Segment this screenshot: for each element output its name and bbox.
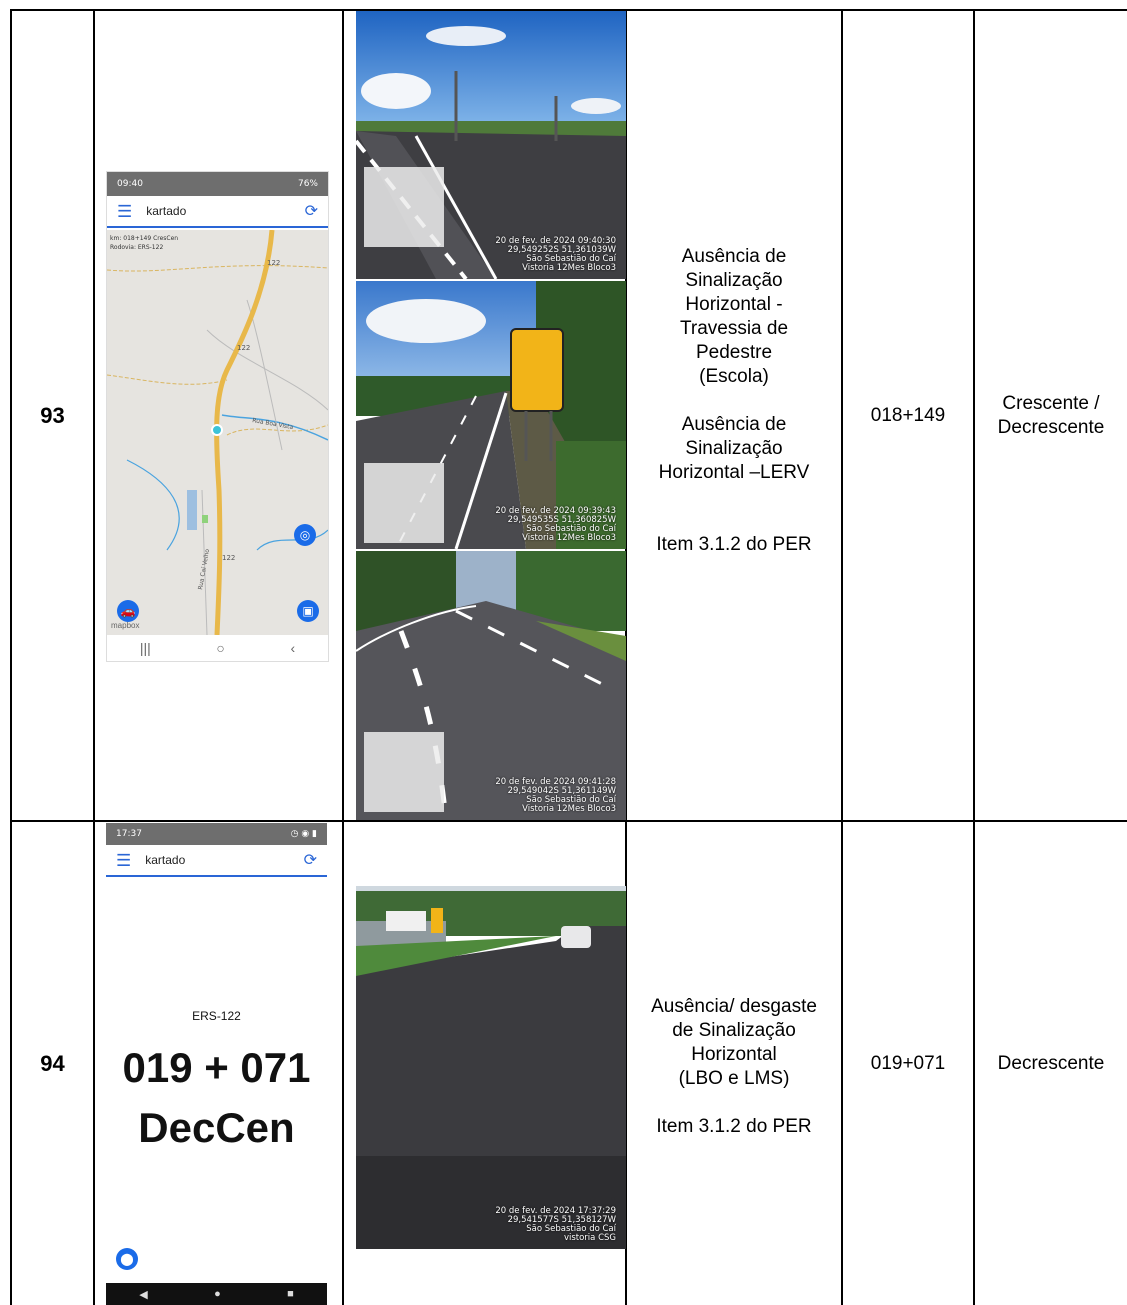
app-title: kartado: [145, 853, 186, 867]
direction-display: DecCen: [138, 1104, 295, 1151]
recents-icon[interactable]: ■: [287, 1288, 294, 1300]
km-value: 019+071: [870, 1052, 946, 1074]
phone-screenshot: 17:37 ◷ ◉ ▮ ☰ kartado ⟳ ERS-122 019 + 07…: [106, 823, 327, 1305]
sync-icon[interactable]: ⟳: [304, 850, 317, 870]
km-label: km: 018+149 CresCen: [110, 235, 179, 242]
phone-screenshot: 09:40 76% ☰ kartado ⟳ 122 122 122 Rua Bo…: [106, 171, 329, 662]
location-info: km: 018+149 CresCen Rodovia: ERS-122: [110, 234, 178, 252]
photo-stamp: 20 de fev. de 2024 09:40:30 29,549252S 5…: [495, 236, 616, 273]
map-label-road-1: 122: [267, 259, 280, 267]
sync-icon[interactable]: ⟳: [305, 201, 318, 221]
android-nav-bar: ◀ ● ■: [106, 1283, 327, 1305]
map-label-road-3: 122: [222, 554, 235, 562]
status-time: 17:37: [116, 829, 142, 839]
menu-icon[interactable]: ☰: [116, 852, 131, 869]
description: Ausência/ desgaste de Sinalização Horizo…: [651, 996, 817, 1137]
mini-map: [364, 167, 444, 247]
direction: Crescente / Decrescente: [997, 392, 1105, 438]
road-name: ERS-122: [192, 1009, 241, 1023]
status-bar: 09:40 76%: [107, 172, 328, 196]
location-button[interactable]: ⬤: [116, 1248, 138, 1270]
vehicle-button[interactable]: 🚗: [117, 600, 139, 622]
target-icon: ◎: [299, 528, 311, 542]
mini-map: [364, 463, 444, 543]
status-icons: ◷ ◉ ▮: [290, 829, 317, 839]
map-label-road-2: 122: [237, 344, 250, 352]
km-value: 018+149: [870, 404, 946, 426]
menu-icon[interactable]: ☰: [117, 203, 132, 220]
app-title: kartado: [146, 204, 187, 218]
col-border-2: [342, 9, 344, 1305]
road-label: Rodovia: ERS-122: [110, 244, 164, 251]
road-photo-4: 20 de fev. de 2024 17:37:29 29,541577S 5…: [356, 886, 626, 1249]
home-icon[interactable]: ○: [216, 640, 224, 656]
status-time: 09:40: [117, 179, 143, 189]
photo-stamp: 20 de fev. de 2024 09:41:28 29,549042S 5…: [495, 777, 616, 814]
battery-status: 76%: [297, 179, 318, 189]
app-bar: ☰ kartado ⟳: [106, 845, 327, 877]
mini-map: [364, 732, 444, 812]
back-icon[interactable]: ◀: [139, 1288, 147, 1301]
row-number: 93: [40, 402, 65, 428]
back-icon[interactable]: ‹: [290, 640, 295, 656]
recents-icon[interactable]: |||: [140, 640, 151, 656]
col-border-1: [93, 9, 95, 1305]
description: Ausência de Sinalização Horizontal - Tra…: [656, 246, 812, 555]
road-photo-2: 20 de fev. de 2024 09:39:43 29,549535S 5…: [356, 281, 626, 549]
road-photo-1: 20 de fev. de 2024 09:40:30 29,549252S 5…: [356, 11, 626, 279]
layers-button[interactable]: ▣: [297, 600, 319, 622]
map-brand: mapbox: [111, 621, 140, 630]
app-bar: ☰ kartado ⟳: [107, 196, 328, 228]
status-bar: 17:37 ◷ ◉ ▮: [106, 823, 327, 845]
android-nav-bar: ||| ○ ‹: [107, 635, 328, 661]
road-photo-3: 20 de fev. de 2024 09:41:28 29,549042S 5…: [356, 551, 626, 820]
car-icon: 🚗: [120, 604, 136, 618]
row-number: 94: [40, 1050, 65, 1076]
layers-icon: ▣: [302, 604, 314, 618]
direction: Decrescente: [997, 1052, 1105, 1074]
photo-stamp: 20 de fev. de 2024 09:39:43 29,549535S 5…: [495, 506, 616, 543]
km-display: 019 + 071: [122, 1044, 311, 1091]
pin-icon: ⬤: [120, 1252, 134, 1266]
locate-button[interactable]: ◎: [294, 524, 316, 546]
map-view[interactable]: 122 122 122 Rua Boa Vista Rua Caí Velho: [107, 230, 328, 635]
photo-stamp: 20 de fev. de 2024 17:37:29 29,541577S 5…: [495, 1206, 616, 1243]
home-icon[interactable]: ●: [214, 1288, 221, 1300]
